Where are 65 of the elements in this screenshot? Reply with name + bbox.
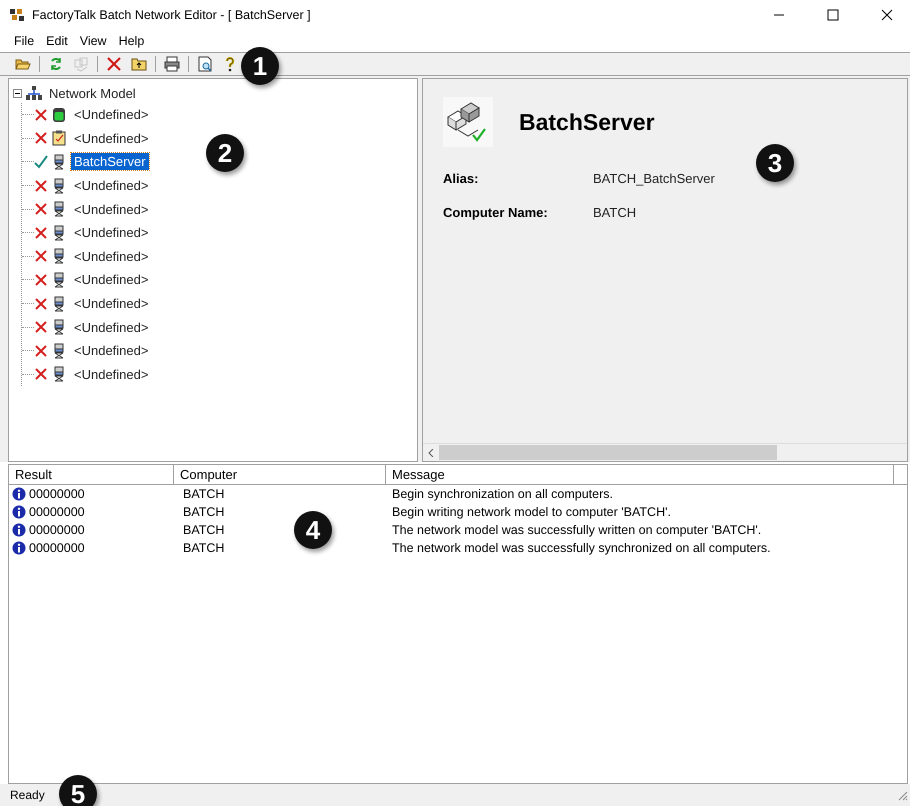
table-cell: 00000000 xyxy=(29,487,85,501)
tree-item[interactable]: <Undefined> xyxy=(71,130,152,147)
menu-item[interactable]: Help xyxy=(112,34,150,48)
menu-item[interactable]: View xyxy=(74,34,113,48)
tree-item[interactable]: <Undefined> xyxy=(71,342,152,360)
table-cell: 00000000 xyxy=(29,523,85,537)
info-icon xyxy=(12,523,26,537)
field-value: BATCH_BatchServer xyxy=(593,170,716,186)
info-icon xyxy=(12,505,26,519)
database-icon xyxy=(52,106,66,123)
close-icon[interactable] xyxy=(881,9,893,21)
field-label: Alias: xyxy=(443,170,480,186)
server-icon xyxy=(52,224,66,241)
column-header[interactable]: Result xyxy=(9,465,174,484)
info-icon xyxy=(12,541,26,555)
table-cell: The network model was successfully written on computer 'BATCH'. xyxy=(392,523,762,537)
maximize-icon[interactable] xyxy=(827,9,839,21)
tree-item[interactable]: <Undefined> xyxy=(71,318,152,336)
tree-item[interactable]: <Undefined> xyxy=(71,295,152,312)
tree-item[interactable]: <Undefined> xyxy=(71,106,152,124)
print-icon[interactable] xyxy=(163,55,181,73)
field-value: BATCH xyxy=(593,204,638,220)
resize-grip-icon[interactable] xyxy=(896,789,908,801)
preview-icon[interactable] xyxy=(196,55,214,73)
table-cell: BATCH xyxy=(183,505,224,519)
table-cell: The network model was successfully synchronized on all computers. xyxy=(392,541,771,555)
delete-icon[interactable] xyxy=(105,55,123,73)
server-icon xyxy=(52,366,66,382)
menu-item[interactable]: File xyxy=(8,34,40,48)
tree-item[interactable]: <Undefined> xyxy=(71,200,152,218)
server-icon xyxy=(52,178,66,194)
app-logo-icon xyxy=(10,9,24,21)
server-icon xyxy=(52,272,66,288)
server-icon xyxy=(52,319,66,336)
info-icon xyxy=(12,487,26,501)
tree-item[interactable]: <Undefined> xyxy=(71,366,152,383)
field-label: Computer Name: xyxy=(443,204,549,220)
tree-item[interactable]: <Undefined> xyxy=(71,248,152,265)
table-cell: BATCH xyxy=(183,523,224,537)
table-cell: 00000000 xyxy=(29,541,85,555)
detail-title: BatchServer xyxy=(519,108,655,136)
tree-item[interactable]: <Undefined> xyxy=(71,177,152,194)
table-cell: Begin synchronization on all computers. xyxy=(392,487,613,501)
menu-item[interactable]: Edit xyxy=(40,34,74,48)
column-header[interactable]: Computer xyxy=(174,465,386,484)
table-cell: BATCH xyxy=(183,541,224,555)
column-header[interactable]: Message xyxy=(386,465,894,484)
clipboard-icon xyxy=(52,130,66,146)
server-icon xyxy=(52,201,66,218)
table-cell: BATCH xyxy=(183,487,224,501)
server-icon xyxy=(52,342,66,359)
tree-item[interactable]: <Undefined> xyxy=(71,271,152,288)
table-cell: 00000000 xyxy=(29,505,85,519)
scrollbar-thumb[interactable] xyxy=(439,445,777,460)
tree-item[interactable]: <Undefined> xyxy=(71,224,152,242)
table-cell: Begin writing network model to computer 'BATCH'. xyxy=(392,505,671,519)
window-title: FactoryTalk Batch Network Editor - [ BatchServer ] xyxy=(32,8,312,22)
server-icon xyxy=(52,154,66,170)
tree-item[interactable]: BatchServer xyxy=(71,153,149,170)
tree-root-label[interactable]: Network Model xyxy=(46,84,139,102)
network-icon xyxy=(25,85,43,101)
status-text: Ready xyxy=(10,788,45,802)
collapse-icon[interactable] xyxy=(13,88,22,98)
server-icon xyxy=(52,248,66,264)
server-icon xyxy=(52,296,66,312)
